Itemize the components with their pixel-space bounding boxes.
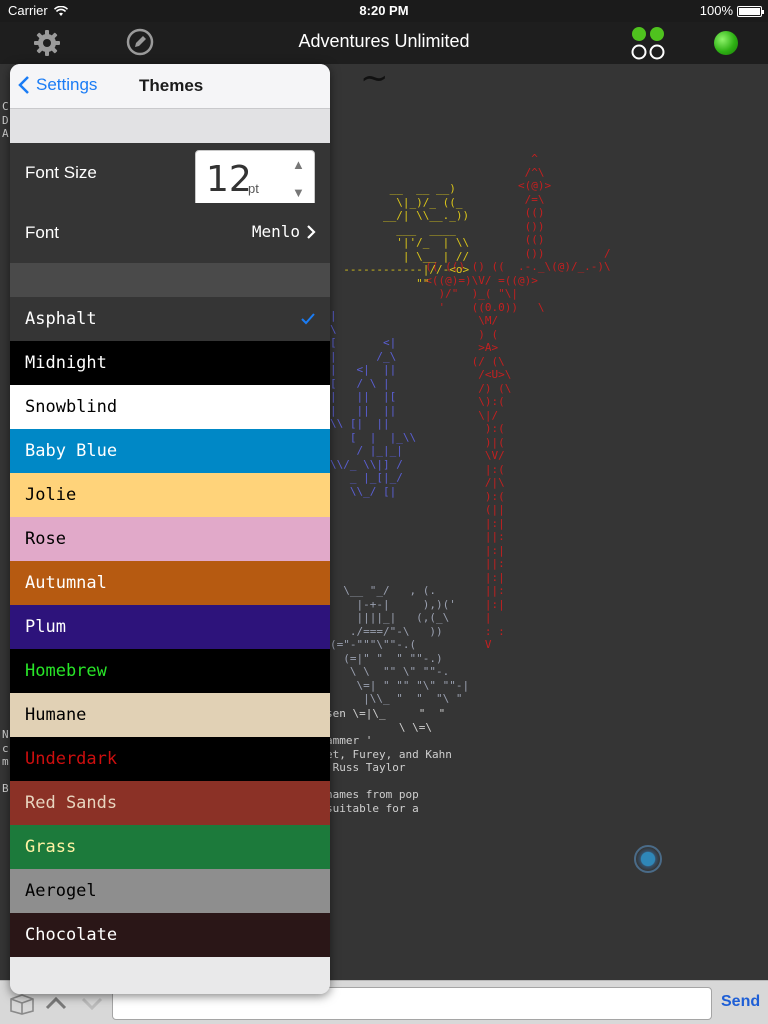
title-ascii-art: __ __ __) \|_)/_ ((_ __/| \\__._)) ___ _…: [343, 182, 470, 290]
font-size-unit: pt: [248, 181, 259, 196]
chevron-up-icon[interactable]: [44, 991, 68, 1015]
theme-item-jolie[interactable]: Jolie: [10, 473, 330, 517]
theme-label: Jolie: [25, 485, 77, 505]
tilde-glyph: ~: [360, 64, 389, 98]
font-size-row: Font Size 12 pt ▲ ▼: [10, 143, 330, 209]
font-value: Menlo: [251, 222, 300, 241]
theme-label: Autumnal: [25, 573, 107, 593]
theme-item-plum[interactable]: Plum: [10, 605, 330, 649]
nav-bar: Adventures Unlimited: [0, 22, 768, 64]
theme-label: Red Sands: [25, 793, 118, 813]
theme-label: Baby Blue: [25, 441, 118, 461]
popover-nav-bar: Settings Themes: [10, 64, 330, 109]
section-spacer: [10, 263, 330, 297]
theme-item-red-sands[interactable]: Red Sands: [10, 781, 330, 825]
theme-item-rose[interactable]: Rose: [10, 517, 330, 561]
theme-item-chocolate[interactable]: Chocolate: [10, 913, 330, 957]
theme-item-snowblind[interactable]: Snowblind: [10, 385, 330, 429]
chevron-down-icon[interactable]: [80, 991, 104, 1015]
theme-label: Grass: [25, 837, 77, 857]
status-bar: Carrier 8:20 PM 100%: [0, 0, 768, 22]
clock: 8:20 PM: [359, 3, 409, 18]
battery-icon: [737, 5, 764, 17]
theme-label: Homebrew: [25, 661, 107, 681]
decrement-arrow-icon[interactable]: ▼: [292, 185, 305, 200]
chevron-left-icon: [18, 76, 29, 94]
theme-item-baby-blue[interactable]: Baby Blue: [10, 429, 330, 473]
theme-label: Chocolate: [25, 925, 118, 945]
theme-item-humane[interactable]: Humane: [10, 693, 330, 737]
theme-label: Aerogel: [25, 881, 97, 901]
theme-list: Asphalt Midnight Snowblind Baby Blue Jolie Ro…: [10, 297, 330, 957]
theme-item-asphalt[interactable]: Asphalt: [10, 297, 330, 341]
popover-footer: [10, 957, 330, 994]
terminal-left-text: C D A: [2, 100, 9, 140]
green-dot-icon[interactable]: [714, 31, 738, 55]
chevron-right-icon: [307, 224, 316, 239]
theme-label: Midnight: [25, 353, 107, 373]
theme-item-aerogel[interactable]: Aerogel: [10, 869, 330, 913]
theme-label: Humane: [25, 705, 87, 725]
back-button[interactable]: Settings: [18, 75, 97, 95]
credits-text: sen \=|\_ " " \ \=\ ammer ' et, Furey, a…: [326, 707, 452, 815]
theme-item-midnight[interactable]: Midnight: [10, 341, 330, 385]
four-circles-icon[interactable]: [630, 25, 666, 61]
theme-label: Snowblind: [25, 397, 118, 417]
themes-popover: Settings Themes Font Size 12 pt ▲ ▼ Font…: [10, 64, 330, 994]
theme-item-autumnal[interactable]: Autumnal: [10, 561, 330, 605]
theme-label: Rose: [25, 529, 66, 549]
terminal-left-text-lower: N c m B: [2, 728, 9, 795]
theme-label: Underdark: [25, 749, 118, 769]
theme-item-homebrew[interactable]: Homebrew: [10, 649, 330, 693]
popover-title: Themes: [139, 76, 204, 95]
base-ascii-art: \__ "_/ , (. |-+-| ),)(' ||||_| (,(_\ ./…: [330, 584, 470, 705]
section-spacer: [10, 109, 330, 143]
theme-item-grass[interactable]: Grass: [10, 825, 330, 869]
touch-indicator-icon: [634, 845, 662, 873]
theme-label: Asphalt: [25, 309, 97, 329]
font-size-stepper[interactable]: 12 pt ▲ ▼: [195, 150, 315, 209]
package-icon[interactable]: [8, 991, 36, 1015]
battery-percent: 100%: [699, 3, 733, 18]
checkmark-icon: [301, 313, 315, 325]
back-button-label: Settings: [36, 75, 98, 94]
send-button[interactable]: Send: [721, 993, 760, 1011]
font-row[interactable]: Font Menlo: [10, 203, 330, 263]
font-size-value: 12: [206, 159, 252, 200]
increment-arrow-icon[interactable]: ▲: [292, 157, 305, 172]
theme-label: Plum: [25, 617, 66, 637]
theme-item-underdark[interactable]: Underdark: [10, 737, 330, 781]
font-size-label: Font Size: [25, 163, 97, 182]
font-label: Font: [25, 223, 60, 242]
castle-ascii-art: | \ [ <| | /_\ | <| || [ / \ | | || |[ |…: [330, 309, 417, 498]
